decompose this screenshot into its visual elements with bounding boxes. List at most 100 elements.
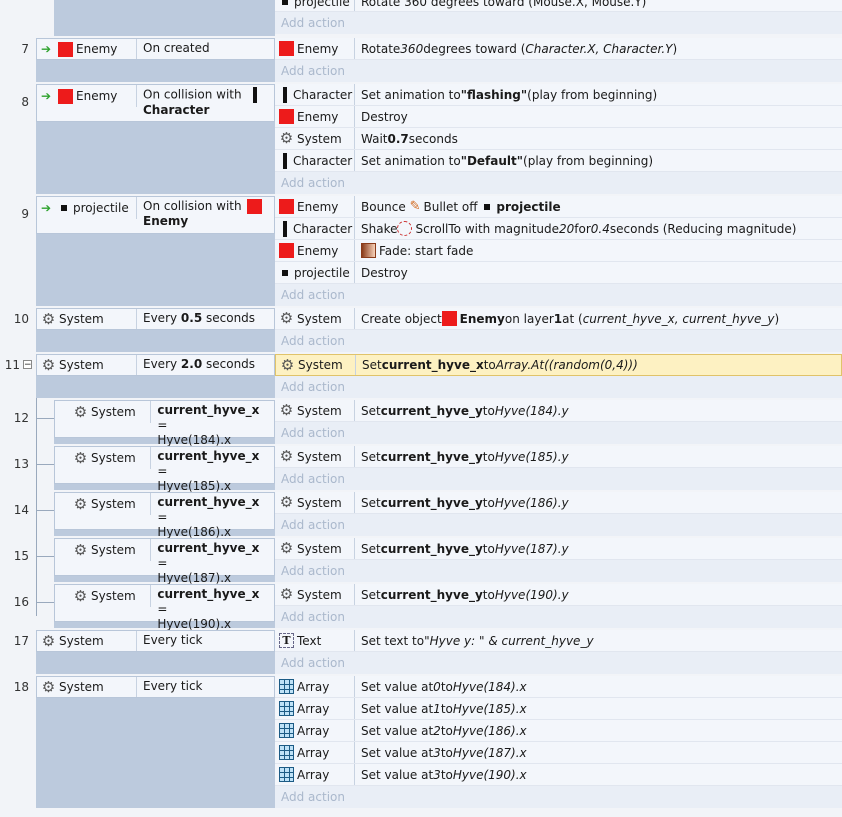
add-action-link[interactable]: Add action <box>275 786 842 808</box>
event-8-condition[interactable]: ➔ Enemy On collision with Character <box>36 84 275 122</box>
action-text: Set current_hyve_y to Hyve(187).y <box>361 541 569 556</box>
action-row-selected[interactable]: ⚙ System Set current_hyve_x to Array.At((… <box>275 354 842 376</box>
add-action-link[interactable]: Add action <box>275 376 842 398</box>
subevent-condition[interactable]: ⚙ System current_hyve_x = Hyve(187).x <box>54 538 275 585</box>
action-row[interactable]: ⚙ System Set current_hyve_y to Hyve(187).… <box>275 538 842 560</box>
action-text: Set value at 1 to Hyve(185).x <box>361 701 527 716</box>
action-object: Enemy <box>275 106 355 127</box>
action-row[interactable]: Enemy Fade: start fade <box>275 240 842 262</box>
add-action-link[interactable]: Add action <box>275 514 842 536</box>
action-row[interactable]: ⚙ System Set current_hyve_y to Hyve(190).… <box>275 584 842 606</box>
action-row[interactable]: ⚙ System Set current_hyve_y to Hyve(186).… <box>275 492 842 514</box>
action-object: ⚙ System <box>275 492 355 513</box>
action-object: ⚙ System <box>275 308 355 329</box>
action-object: Character <box>275 150 355 171</box>
subevent-condition[interactable]: ⚙ System current_hyve_x = Hyve(186).x <box>54 492 275 539</box>
character-sprite-icon <box>283 86 287 103</box>
collapse-toggle[interactable]: − <box>23 360 32 370</box>
condition-object: ⚙ System <box>55 585 152 607</box>
action-text: Set current_hyve_x to Array.At((random(0… <box>362 358 638 372</box>
event-11-condition[interactable]: ⚙ System Every 2.0 seconds <box>36 354 275 376</box>
action-row[interactable]: Character Set animation to "flashing" (p… <box>275 84 842 106</box>
subevent-branch <box>36 510 54 511</box>
character-sprite-icon <box>253 87 258 103</box>
action-text: Destroy <box>361 109 408 124</box>
subevent-actions: ⚙ System Set current_hyve_y to Hyve(185).… <box>275 446 842 490</box>
subevent-branch <box>36 418 54 419</box>
system-gear-icon: ⚙ <box>73 540 88 559</box>
action-row[interactable]: Array Set value at 3 to Hyve(187).x <box>275 742 842 764</box>
event-17-condition[interactable]: ⚙ System Every tick <box>36 630 275 652</box>
condition-text: Every 2.0 seconds <box>143 357 256 371</box>
action-row[interactable]: Array Set value at 2 to Hyve(186).x <box>275 720 842 742</box>
action-object: Array <box>275 676 355 697</box>
event-18-condition[interactable]: ⚙ System Every tick <box>36 676 275 698</box>
event-7-condition[interactable]: ➔ Enemy On created <box>36 38 275 60</box>
line-number: 12 <box>13 411 29 425</box>
action-row[interactable]: Character Set animation to "Default" (pl… <box>275 150 842 172</box>
action-object: T Text <box>275 630 355 651</box>
trigger-arrow-icon: ➔ <box>41 201 52 215</box>
system-gear-icon: ⚙ <box>279 129 294 147</box>
add-action-link[interactable]: Add action <box>275 284 842 306</box>
scrollto-behavior-icon <box>397 221 413 236</box>
action-text: Set value at 3 to Hyve(190).x <box>361 767 527 782</box>
line-number: 18 <box>13 680 29 694</box>
action-row[interactable]: ⚙ System Set current_hyve_y to Hyve(184).… <box>275 400 842 422</box>
bullet-behavior-icon: ✎ <box>409 199 421 214</box>
event-7-actions: Enemy Rotate 360 degrees toward (Charact… <box>275 38 842 82</box>
array-grid-icon <box>279 767 294 782</box>
system-gear-icon: ⚙ <box>279 585 294 603</box>
add-action-link[interactable]: Add action <box>275 172 842 194</box>
trigger-arrow-icon: ➔ <box>41 89 52 103</box>
add-action-link[interactable]: Add action <box>275 652 842 674</box>
subevent-condition[interactable]: ⚙ System current_hyve_x = Hyve(184).x <box>54 400 275 447</box>
subevent-condition[interactable]: ⚙ System current_hyve_x = Hyve(185).x <box>54 446 275 493</box>
action-row[interactable]: Enemy Destroy <box>275 106 842 128</box>
action-text: Set current_hyve_y to Hyve(185).y <box>361 449 569 464</box>
character-sprite-icon <box>283 220 287 237</box>
event-10-condition[interactable]: ⚙ System Every 0.5 seconds <box>36 308 275 330</box>
condition-text: current_hyve_x = Hyve(186).x <box>157 495 260 539</box>
subevent-branch <box>36 556 54 557</box>
action-text: Rotate 360 degrees toward (Mouse.X, Mous… <box>361 0 647 9</box>
action-row[interactable]: Array Set value at 3 to Hyve(190).x <box>275 764 842 786</box>
enemy-sprite-icon <box>279 199 294 214</box>
action-row[interactable]: Enemy Bounce ✎ Bullet off projectile <box>275 196 842 218</box>
action-object: ⚙ System <box>276 355 356 375</box>
action-object: ⚙ System <box>275 538 355 559</box>
action-row[interactable]: Array Set value at 0 to Hyve(184).x <box>275 676 842 698</box>
action-object: Array <box>275 764 355 785</box>
line-number: 9 <box>21 207 29 221</box>
action-row[interactable]: ⚙ System Wait 0.7 seconds <box>275 128 842 150</box>
system-gear-icon: ⚙ <box>41 677 56 696</box>
add-action-link[interactable]: Add action <box>275 60 842 82</box>
array-grid-icon <box>279 701 294 716</box>
subevent-condition[interactable]: ⚙ System current_hyve_x = Hyve(190).x <box>54 584 275 631</box>
condition-object: ⚙ System <box>37 355 137 375</box>
action-row[interactable]: ⚙ System Set current_hyve_y to Hyve(185).… <box>275 446 842 468</box>
action-row[interactable]: projectile Destroy <box>275 262 842 284</box>
action-row[interactable]: Array Set value at 1 to Hyve(185).x <box>275 698 842 720</box>
add-action-link[interactable]: Add action <box>275 468 842 490</box>
action-row[interactable]: Enemy Rotate 360 degrees toward (Charact… <box>275 38 842 60</box>
add-action-link[interactable]: Add action <box>275 422 842 444</box>
action-text: Set animation to "flashing" (play from b… <box>361 87 658 102</box>
event-9-condition[interactable]: ➔ projectile On collision with Enemy <box>36 196 275 234</box>
action-text: Set current_hyve_y to Hyve(190).y <box>361 587 569 602</box>
condition-text: On collision with Character <box>137 85 269 120</box>
condition-text: current_hyve_x = Hyve(187).x <box>157 541 260 585</box>
array-grid-icon <box>279 745 294 760</box>
action-row[interactable]: T Text Set text to "Hyve y: " & current_h… <box>275 630 842 652</box>
condition-text: Every 0.5 seconds <box>143 311 256 325</box>
action-row[interactable]: ⚙ System Create object Enemy on layer 1 a… <box>275 308 842 330</box>
action-row[interactable]: projectile Rotate 360 degrees toward (Mo… <box>275 0 842 12</box>
add-action-link[interactable]: Add action <box>275 560 842 582</box>
action-row[interactable]: Character Shake ScrollTo with magnitude … <box>275 218 842 240</box>
add-action-link[interactable]: Add action <box>275 330 842 352</box>
add-action-link[interactable]: Add action <box>275 12 842 34</box>
event-9-actions: Enemy Bounce ✎ Bullet off projectile Char… <box>275 196 842 306</box>
subevent-actions: ⚙ System Set current_hyve_y to Hyve(186).… <box>275 492 842 536</box>
add-action-link[interactable]: Add action <box>275 606 842 628</box>
action-text: Wait 0.7 seconds <box>361 131 458 146</box>
